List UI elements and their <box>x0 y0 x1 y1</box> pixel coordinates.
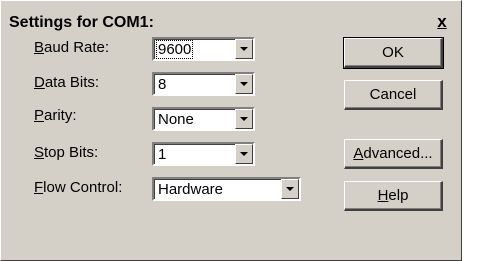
baud-rate-value: 9600 <box>155 40 194 59</box>
advanced-label-text: dvanced... <box>363 145 433 162</box>
baud-rate-dropdown[interactable]: 9600 <box>152 37 255 61</box>
stop-bits-label: Stop Bits: <box>34 144 98 161</box>
stop-bits-dropdown-button[interactable] <box>235 144 253 164</box>
flow-control-label: Flow Control: <box>34 179 122 196</box>
baud-rate-label: Baud Rate: <box>34 39 109 56</box>
data-bits-label: Data Bits: <box>34 74 99 91</box>
flow-control-value: Hardware <box>158 181 224 198</box>
stop-bits-label-accel: S <box>34 144 45 161</box>
flow-control-label-text: low Control: <box>43 179 123 196</box>
baud-rate-label-accel: B <box>34 39 45 56</box>
help-label-accel: H <box>377 187 389 204</box>
flow-control-label-accel: F <box>34 179 44 196</box>
flow-control-dropdown[interactable]: Hardware <box>152 177 301 201</box>
parity-label: Parity: <box>34 107 77 124</box>
parity-label-accel: P <box>34 107 45 124</box>
advanced-button[interactable]: Advanced... <box>344 139 443 169</box>
parity-dropdown-button[interactable] <box>235 109 253 129</box>
chevron-down-icon <box>240 47 248 51</box>
dialog-title: Settings for COM1: <box>9 14 154 31</box>
com-settings-dialog: Settings for COM1: x Baud Rate: 9600 Dat… <box>0 0 462 261</box>
data-bits-dropdown[interactable]: 8 <box>152 72 255 96</box>
data-bits-label-text: ata Bits: <box>44 74 100 91</box>
ok-button[interactable]: OK <box>343 37 444 69</box>
chevron-down-icon <box>240 82 248 86</box>
chevron-down-icon <box>286 187 294 191</box>
parity-label-text: arity: <box>44 107 77 124</box>
stop-bits-value: 1 <box>158 146 167 163</box>
baud-rate-label-text: aud Rate: <box>44 39 110 56</box>
stop-bits-dropdown[interactable]: 1 <box>152 142 255 166</box>
parity-dropdown[interactable]: None <box>152 107 255 131</box>
data-bits-label-accel: D <box>34 74 45 91</box>
data-bits-dropdown-button[interactable] <box>235 74 253 94</box>
cancel-button[interactable]: Cancel <box>344 80 443 110</box>
chevron-down-icon <box>240 152 248 156</box>
chevron-down-icon <box>240 117 248 121</box>
help-label-text: elp <box>388 187 409 204</box>
parity-value: None <box>158 111 194 128</box>
flow-control-dropdown-button[interactable] <box>281 179 299 199</box>
help-button[interactable]: Help <box>344 181 443 211</box>
baud-rate-dropdown-button[interactable] <box>235 39 253 59</box>
stop-bits-label-text: top Bits: <box>44 144 99 161</box>
close-icon[interactable]: x <box>433 12 451 31</box>
advanced-label-accel: A <box>353 145 364 162</box>
data-bits-value: 8 <box>158 76 167 93</box>
